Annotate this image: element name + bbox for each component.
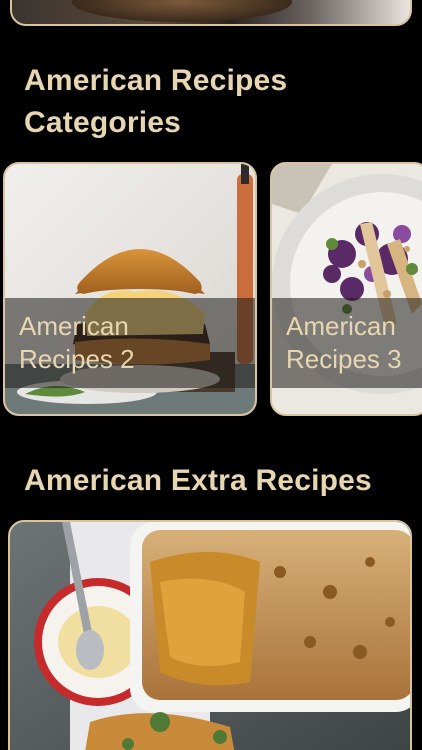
section-title-extra: American Extra Recipes [24, 464, 372, 497]
category-card-american-recipes-2[interactable]: American Recipes 2 [3, 162, 257, 416]
food-photo [72, 0, 292, 22]
category-label: American Recipes 3 [272, 298, 422, 388]
category-card-american-recipes-3[interactable]: American Recipes 3 [270, 162, 422, 416]
app-screen: American Recipes Categories American Rec… [0, 0, 422, 750]
extra-recipe-card[interactable] [8, 520, 412, 750]
categories-carousel[interactable]: American Recipes 2 American Recipes 3 [0, 162, 422, 418]
baked-dish-photo [10, 522, 410, 750]
recipe-card-previous[interactable] [10, 0, 412, 26]
section-title-categories: American Recipes Categories [24, 64, 288, 139]
category-label: American Recipes 2 [5, 298, 255, 388]
